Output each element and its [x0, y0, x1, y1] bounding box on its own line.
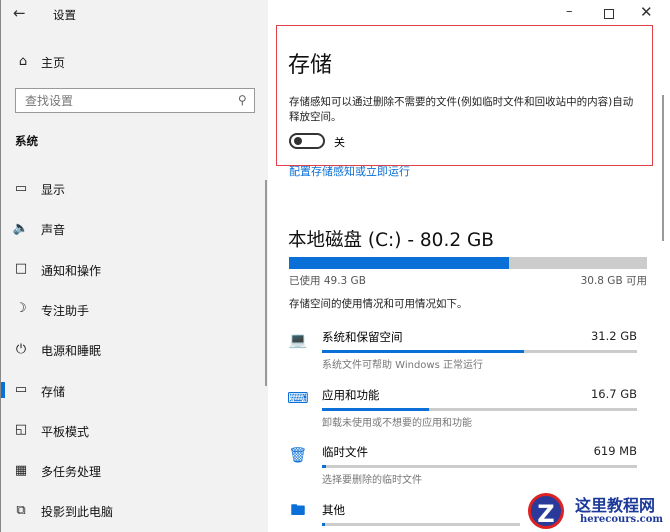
category-usage-bar [322, 465, 637, 468]
search-input[interactable] [16, 89, 216, 112]
disk-usage-fill [289, 257, 510, 269]
back-button[interactable]: ← [13, 4, 26, 22]
category-name: 应用和功能 [322, 387, 380, 402]
page-title: 存储 [288, 53, 333, 78]
close-button[interactable]: ✕ [640, 3, 653, 21]
category-name: 临时文件 [322, 445, 368, 459]
selected-indicator [1, 382, 5, 398]
disk-title: 本地磁盘 (C:) - 80.2 GB [288, 230, 495, 251]
keyboard-icon: ⌨ [287, 388, 309, 407]
sidebar: ← 设置 ⌂ 主页 ⚲ 系统 ▭ 显示 🔈 声音 □ 通知和操作 ☽ 专注助手 … [0, 0, 268, 532]
laptop-icon: 💻 [288, 331, 308, 349]
sidebar-item-label: 声音 [41, 223, 66, 238]
watermark-title: 这里教程网 [575, 496, 656, 515]
disk-usage-bar [289, 257, 647, 269]
watermark: Z 这里教程网 herecours.com [520, 490, 670, 532]
category-usage-bar [322, 350, 637, 353]
watermark-logo: Z [528, 493, 564, 529]
search-box[interactable]: ⚲ [15, 88, 255, 113]
sidebar-item-label: 投影到此电脑 [41, 505, 114, 520]
power-icon: ⏻ [15, 341, 27, 357]
category-name: 其他 [322, 502, 345, 517]
category-size: 31.2 GB [590, 329, 637, 343]
sidebar-item-label: 专注助手 [41, 303, 90, 318]
project-icon: ⧉ [16, 502, 26, 518]
tablet-icon: ◱ [14, 422, 28, 438]
category-usage-fill [322, 522, 326, 526]
usage-intro: 存储空间的使用情况和可用情况如下。 [289, 298, 468, 310]
folder-icon: 🖿 [290, 501, 306, 519]
window-title: 设置 [53, 8, 76, 22]
category-usage-fill [322, 407, 430, 411]
configure-storage-sense-link[interactable]: 配置存储感知或立即运行 [289, 163, 410, 179]
category-usage-fill [322, 465, 326, 468]
monitor-icon: ▭ [14, 180, 28, 196]
home-label: 主页 [41, 56, 66, 70]
category-description: 选择要删除的临时文件 [322, 475, 422, 486]
watermark-url: herecours.com [580, 514, 664, 525]
minimize-button[interactable]: – [566, 4, 573, 19]
used-label: 已使用 49.3 GB [289, 275, 366, 287]
category-size: 16.7 GB [590, 386, 637, 401]
main-scrollbar[interactable] [662, 95, 664, 241]
trash-icon: 🗑 [288, 446, 308, 464]
category-description: 卸载未使用或不想要的应用和功能 [322, 417, 472, 429]
storage-sense-description: 存储感知可以通过删除不需要的文件(例如临时文件和回收站中的内容)自动释放空间。 [289, 96, 634, 123]
sidebar-item-label: 存储 [41, 384, 66, 399]
home-icon: ⌂ [18, 53, 28, 69]
category-usage-bar [322, 407, 637, 411]
free-label: 30.8 GB 可用 [580, 275, 647, 287]
toggle-state-label: 关 [334, 136, 345, 149]
sidebar-item-label: 显示 [41, 183, 66, 197]
category-size: 619 MB [593, 444, 637, 458]
category-description: 系统文件可帮助 Windows 正常运行 [322, 360, 483, 371]
moon-icon: ☽ [15, 301, 27, 317]
sidebar-item-label: 通知和操作 [41, 263, 102, 278]
storage-sense-toggle[interactable] [289, 133, 325, 149]
search-icon[interactable]: ⚲ [238, 93, 247, 107]
toggle-knob [294, 137, 302, 145]
section-heading: 系统 [15, 134, 38, 148]
notification-icon: □ [14, 261, 28, 277]
sidebar-item-label: 电源和睡眠 [41, 344, 102, 359]
category-usage-fill [322, 350, 524, 353]
maximize-button[interactable] [604, 9, 614, 19]
speaker-icon: 🔈 [12, 220, 30, 236]
sidebar-item-label: 平板模式 [41, 424, 90, 439]
category-name: 系统和保留空间 [322, 330, 403, 344]
sidebar-item-label: 多任务处理 [41, 465, 102, 480]
storage-icon: ▭ [14, 382, 28, 397]
sidebar-scrollbar[interactable] [265, 180, 267, 386]
multitask-icon: ▦ [14, 462, 28, 478]
